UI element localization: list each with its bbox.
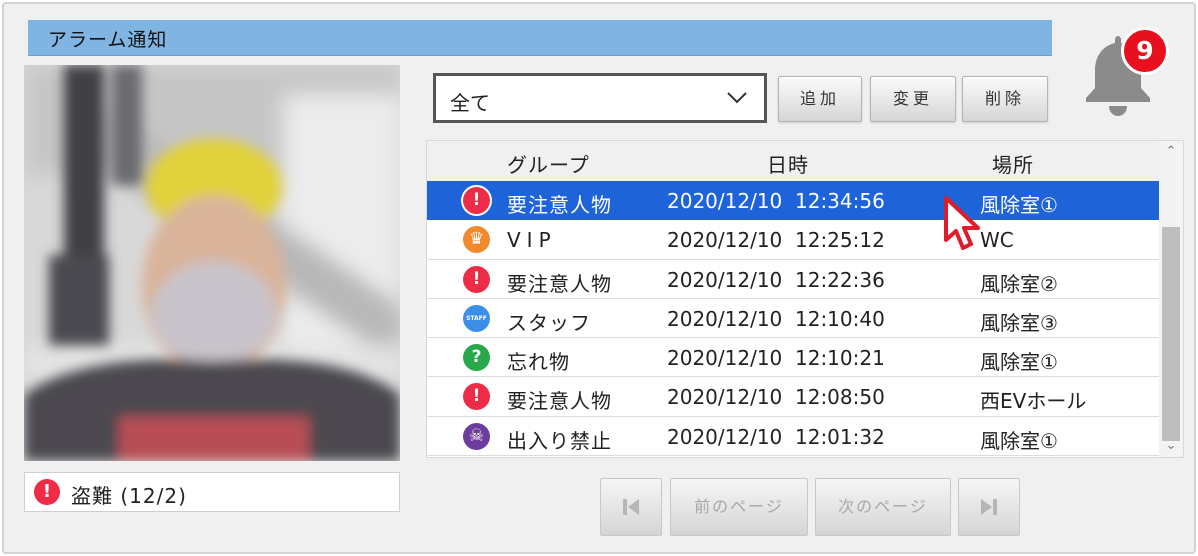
row-group: スタッフ: [507, 310, 591, 335]
alarm-list: グループ 日時 場所 ! 要注意人物 2020/12/10 12:34:56 風除室①…: [426, 140, 1184, 458]
row-group: VIP: [507, 228, 557, 253]
last-page-button[interactable]: [958, 478, 1020, 536]
snapshot-caption: ! 盗難 (12/2): [24, 472, 400, 512]
scroll-thumb[interactable]: [1162, 227, 1180, 441]
alert-icon: !: [34, 479, 60, 505]
edit-button[interactable]: 変更: [870, 76, 956, 122]
table-row[interactable]: ! 要注意人物 2020/12/10 12:08:50 西EVホール: [427, 377, 1159, 417]
question-icon: ?: [463, 344, 490, 372]
next-page-button[interactable]: 次のページ: [815, 478, 951, 536]
table-row[interactable]: ? 忘れ物 2020/12/10 12:10:21 風除室①: [427, 338, 1159, 378]
group-filter-select[interactable]: 全て: [433, 73, 767, 123]
skip-last-icon: [981, 499, 997, 515]
staff-tv-icon: STAFF: [463, 304, 490, 332]
add-button[interactable]: 追加: [778, 76, 862, 122]
table-row[interactable]: STAFF スタッフ 2020/12/10 12:10:40 風除室③: [427, 298, 1159, 339]
first-page-button[interactable]: [600, 478, 662, 536]
skull-icon: ☠: [463, 422, 490, 450]
scroll-down-arrow-icon[interactable]: ⌄: [1159, 435, 1183, 457]
page-title: アラーム通知: [48, 29, 168, 51]
skip-first-icon: [623, 499, 639, 515]
crown-icon: ♛: [463, 226, 490, 254]
list-header: グループ 日時 場所: [427, 141, 1159, 181]
scroll-up-arrow-icon[interactable]: ⌃: [1159, 141, 1183, 163]
row-group: 忘れ物: [507, 350, 570, 375]
snapshot-caption-text: 盗難 (12/2): [71, 484, 187, 508]
row-place: WC: [980, 228, 1014, 253]
row-datetime: 2020/12/10 12:01:32: [667, 424, 885, 449]
row-group: 要注意人物: [507, 389, 612, 414]
table-row[interactable]: ♛ VIP 2020/12/10 12:25:12 WC: [427, 220, 1159, 260]
row-group: 要注意人物: [507, 271, 612, 296]
row-datetime: 2020/12/10 12:10:40: [667, 306, 885, 331]
table-row[interactable]: ! 要注意人物 2020/12/10 12:22:36 風除室②: [427, 259, 1159, 299]
column-header-group[interactable]: グループ: [507, 149, 590, 178]
row-place: 風除室③: [980, 310, 1058, 335]
person-photo: [24, 65, 400, 461]
table-row[interactable]: ! 要注意人物 2020/12/10 12:34:56 風除室①: [427, 181, 1159, 221]
row-datetime: 2020/12/10 12:08:50: [667, 385, 885, 410]
list-scrollbar[interactable]: ⌃ ⌄: [1159, 141, 1183, 457]
delete-button[interactable]: 削除: [962, 76, 1048, 122]
row-datetime: 2020/12/10 12:10:21: [667, 346, 885, 371]
title-bar: アラーム通知: [28, 20, 1052, 56]
row-group: 要注意人物: [507, 193, 612, 217]
row-datetime: 2020/12/10 12:25:12: [667, 228, 885, 253]
alarm-rows: ! 要注意人物 2020/12/10 12:34:56 風除室① ♛ VIP 2020/12…: [427, 181, 1159, 457]
alert-icon: !: [463, 187, 490, 214]
column-header-datetime[interactable]: 日時: [767, 149, 809, 178]
row-place: 風除室①: [980, 350, 1058, 375]
row-place: 風除室②: [980, 271, 1058, 296]
row-place: 風除室①: [980, 428, 1058, 453]
camera-snapshot: [24, 65, 400, 461]
row-place: 西EVホール: [980, 389, 1087, 414]
row-group: 出入り禁止: [507, 428, 612, 453]
row-datetime: 2020/12/10 12:34:56: [667, 189, 885, 213]
prev-page-button[interactable]: 前のページ: [670, 478, 808, 536]
chevron-down-icon: [727, 92, 747, 104]
column-header-place[interactable]: 場所: [992, 149, 1034, 178]
mouse-pointer-icon: [944, 196, 980, 250]
notification-count-badge: 9: [1121, 27, 1169, 75]
group-filter-value: 全て: [450, 91, 490, 115]
table-row[interactable]: ☠ 出入り禁止 2020/12/10 12:01:32 風除室①: [427, 416, 1159, 457]
row-place: 風除室①: [980, 193, 1058, 217]
alert-icon: !: [463, 383, 490, 411]
row-datetime: 2020/12/10 12:22:36: [667, 267, 885, 292]
alert-icon: !: [463, 265, 490, 293]
